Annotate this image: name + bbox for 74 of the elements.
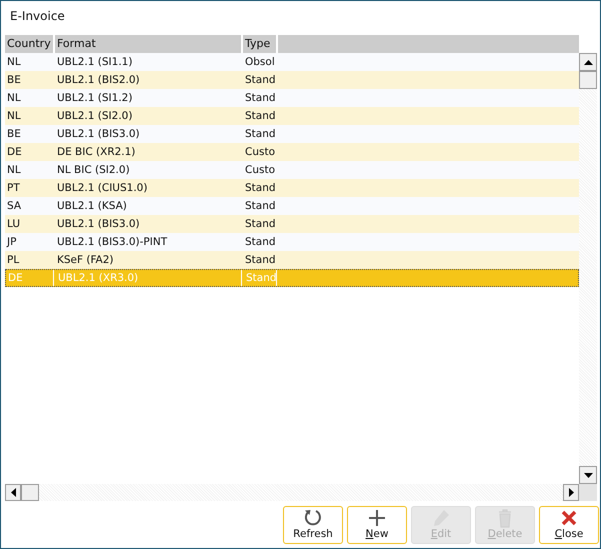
table-cell-text: NL (6, 163, 22, 178)
table-cell-text: Stand (244, 109, 276, 124)
table-cell-text: Custo (244, 145, 276, 160)
table-cell: DE (6, 270, 54, 286)
up-arrow-icon (584, 60, 592, 64)
left-arrow-icon (10, 488, 16, 497)
table-row[interactable]: PT UBL2.1 (CIUS1.0) Stand (5, 179, 579, 197)
table-cell-text: UBL2.1 (BIS2.0) (56, 73, 141, 88)
table-cell-text: PT (6, 181, 21, 196)
table-cell-text: DE BIC (XR2.1) (56, 145, 136, 160)
table-row[interactable]: BE UBL2.1 (BIS3.0) Stand (5, 125, 579, 143)
table-row[interactable]: NL NL BIC (SI2.0) Custo (5, 161, 579, 179)
table-cell-text: NL BIC (SI2.0) (56, 163, 131, 178)
table-cell-text: UBL2.1 (KSA) (56, 199, 128, 214)
scroll-right-button[interactable] (563, 484, 579, 501)
scroll-up-button[interactable] (579, 53, 597, 71)
close-icon (559, 508, 579, 528)
table-row[interactable]: SA UBL2.1 (KSA) Stand (5, 197, 579, 215)
table-cell-text: LU (6, 217, 22, 232)
scrollbar-corner (579, 484, 597, 501)
close-button[interactable]: Close (539, 506, 599, 544)
scroll-down-button[interactable] (579, 466, 597, 484)
horizontal-scrollbar[interactable] (5, 484, 579, 501)
vertical-scrollbar[interactable] (579, 53, 597, 484)
table-cell-text: Stand (244, 181, 276, 196)
new-button[interactable]: New (347, 506, 407, 544)
table-cell-text: Stand (244, 235, 276, 250)
table-cell-text: Custo (244, 163, 276, 178)
scroll-left-button[interactable] (5, 484, 21, 501)
table-row[interactable]: BE UBL2.1 (BIS2.0) Stand (5, 71, 579, 89)
table-cell-text: Stand (244, 253, 276, 268)
table-cell-text: PL (6, 253, 20, 268)
table-cell-text: DE (6, 145, 23, 160)
table-cell: Stand (244, 270, 277, 286)
table-cell-text: BE (6, 127, 22, 142)
table-row[interactable]: LU UBL2.1 (BIS3.0) Stand (5, 215, 579, 233)
table-cell-text: BE (6, 73, 22, 88)
table-cell-text: NL (6, 91, 22, 106)
scroll-thumb[interactable] (579, 71, 597, 89)
table-cell-text: Obsol (244, 55, 276, 70)
down-arrow-icon (584, 472, 592, 478)
table-cell-text: SA (6, 199, 22, 214)
table-cell-text: Stand (244, 217, 276, 232)
column-header[interactable]: Country (5, 35, 53, 53)
table-cell: UBL2.1 (XR3.0) (56, 270, 242, 286)
column-header[interactable]: Format (55, 35, 241, 53)
table-row[interactable]: JP UBL2.1 (BIS3.0)-PINT Stand (5, 233, 579, 251)
table-cell-text: Stand (244, 127, 276, 142)
table-row[interactable]: NL UBL2.1 (SI1.2) Stand (5, 89, 579, 107)
scroll-thumb[interactable] (21, 484, 39, 501)
table-cell-text: JP (6, 235, 18, 250)
table-row[interactable]: NL UBL2.1 (SI2.0) Stand (5, 107, 579, 125)
table-cell-text: KSeF (FA2) (56, 253, 115, 268)
plus-icon (367, 508, 387, 528)
table-cell-text: UBL2.1 (CIUS1.0) (56, 181, 148, 196)
table-cell-text: UBL2.1 (SI1.1) (56, 55, 134, 70)
table-cell-text: UBL2.1 (BIS3.0)-PINT (56, 235, 168, 250)
table-row[interactable]: PL KSeF (FA2) Stand (5, 251, 579, 269)
table-cell-text: Stand (244, 199, 276, 214)
refresh-icon (303, 508, 323, 528)
table-cell-text: UBL2.1 (BIS3.0) (56, 127, 141, 142)
table-cell-text: UBL2.1 (SI1.2) (56, 91, 134, 106)
table-row[interactable]: NL UBL2.1 (SI1.1) Obsol (5, 53, 579, 71)
table-cell-text: NL (6, 109, 22, 124)
window-title: E-Invoice (9, 8, 66, 25)
table-row[interactable]: DE DE BIC (XR2.1) Custo (5, 143, 579, 161)
refresh-button[interactable]: Refresh (283, 506, 343, 544)
table-cell-text: UBL2.1 (SI2.0) (56, 109, 134, 124)
table-cell-text: Stand (244, 73, 276, 88)
table-cell-text: Stand (244, 91, 276, 106)
right-arrow-icon (568, 488, 574, 497)
table-cell-text: NL (6, 55, 22, 70)
column-header[interactable]: Type (243, 35, 276, 53)
table-cell-text: UBL2.1 (BIS3.0) (56, 217, 141, 232)
